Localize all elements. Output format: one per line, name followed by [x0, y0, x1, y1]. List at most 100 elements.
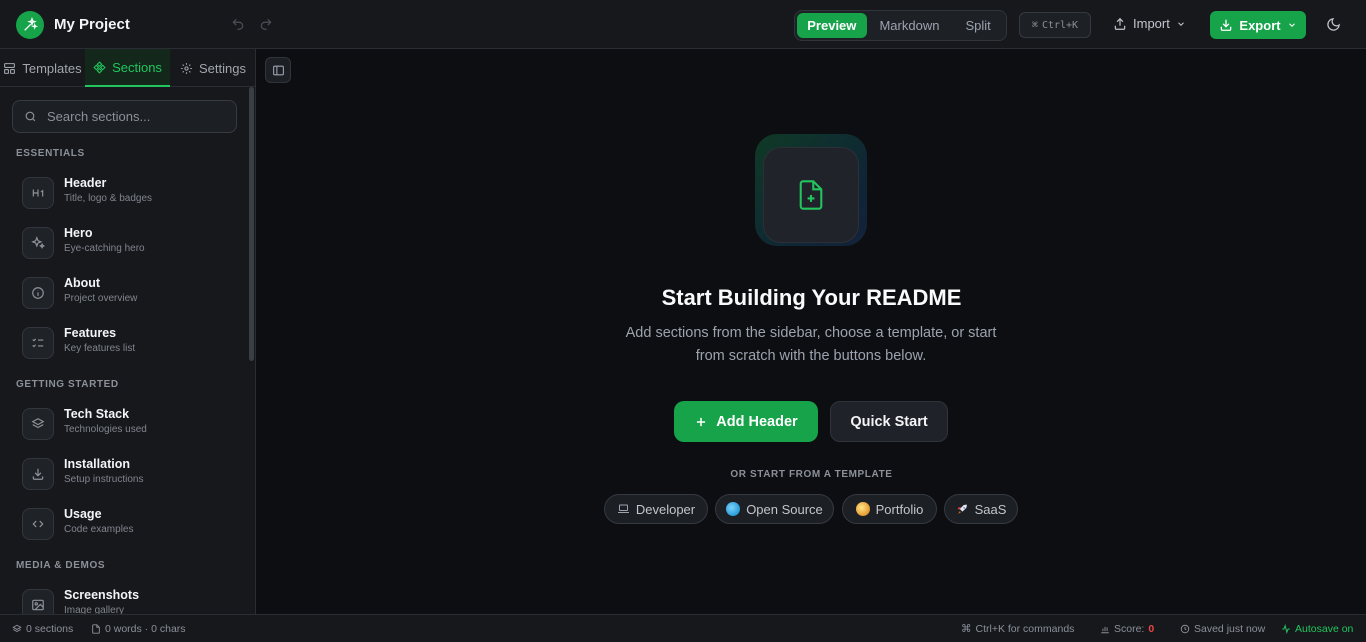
undo-icon[interactable]: [231, 17, 245, 31]
section-title: Features: [64, 326, 117, 340]
words-count: 0 words · 0 chars: [105, 623, 186, 635]
status-autosave[interactable]: Autosave on: [1281, 623, 1353, 635]
search-input[interactable]: Search sections...: [12, 100, 237, 133]
tab-settings[interactable]: Settings: [170, 49, 255, 87]
commands-hint-label: Ctrl+K for commands: [975, 623, 1075, 635]
section-item-features[interactable]: Features Key features list: [22, 324, 242, 364]
section-subtitle: Project overview: [64, 293, 138, 304]
view-mode-toggle: Preview Markdown Split: [794, 10, 1007, 41]
clock-icon: [1180, 624, 1190, 634]
tab-sections-label: Sections: [112, 59, 162, 75]
import-button[interactable]: Import: [1113, 16, 1186, 31]
status-words: 0 words · 0 chars: [91, 623, 186, 635]
shortcut-label: Ctrl+K: [1041, 19, 1079, 31]
category-getting-started: GETTING STARTED: [16, 379, 119, 390]
add-header-button[interactable]: Add Header: [674, 401, 818, 442]
template-chip-portfolio[interactable]: Portfolio: [842, 494, 937, 524]
redo-icon[interactable]: [259, 17, 273, 31]
activity-icon: [1281, 624, 1291, 634]
section-title: Usage: [64, 507, 102, 521]
top-bar: My Project Preview Markdown Split ⌘ Ctrl…: [0, 0, 1366, 49]
app-root: My Project Preview Markdown Split ⌘ Ctrl…: [0, 0, 1366, 642]
status-commands-hint: ⌘ Ctrl+K for commands: [961, 623, 1074, 635]
add-header-label: Add Header: [716, 413, 798, 430]
or-template-label: OR START FROM A TEMPLATE: [730, 469, 893, 480]
export-button[interactable]: Export: [1210, 11, 1306, 39]
laptop-icon: [617, 503, 630, 515]
layers-icon: [12, 624, 22, 634]
empty-state-subtitle: Add sections from the sidebar, choose a …: [625, 325, 997, 364]
section-subtitle: Eye-catching hero: [64, 243, 145, 254]
search-icon: [24, 110, 37, 123]
image-icon: [22, 589, 54, 614]
status-score[interactable]: Score: 0: [1100, 623, 1154, 635]
chevron-down-icon: [1176, 19, 1186, 29]
sidebar-scrollbar[interactable]: [249, 87, 254, 361]
section-item-tech-stack[interactable]: Tech Stack Technologies used: [22, 405, 242, 445]
theme-toggle-moon-icon[interactable]: [1326, 17, 1341, 32]
tab-settings-label: Settings: [199, 60, 246, 76]
template-chip-label: SaaS: [974, 501, 1007, 517]
section-subtitle: Key features list: [64, 343, 136, 354]
section-title: Hero: [64, 226, 93, 240]
section-item-usage[interactable]: Usage Code examples: [22, 505, 242, 545]
project-name[interactable]: My Project: [54, 16, 130, 33]
heading-icon: [22, 177, 54, 209]
empty-state-title: Start Building Your README: [661, 285, 962, 310]
template-chip-label: Open Source: [746, 501, 823, 517]
export-label: Export: [1239, 17, 1281, 33]
checklist-icon: [22, 327, 54, 359]
tab-templates-label: Templates: [22, 60, 82, 76]
layers-icon: [22, 408, 54, 440]
plus-icon: [694, 415, 708, 429]
bar-chart-icon: [1100, 624, 1110, 634]
section-item-hero[interactable]: Hero Eye-catching hero: [22, 224, 242, 264]
saved-label: Saved just now: [1194, 623, 1266, 635]
score-label: Score:: [1114, 623, 1145, 635]
section-subtitle: Setup instructions: [64, 474, 144, 485]
toggle-sidebar-button[interactable]: [265, 57, 291, 83]
palette-icon: [855, 502, 870, 516]
rocket-icon: [956, 503, 969, 516]
sections-count: 0 sections: [26, 623, 74, 635]
section-title: About: [64, 276, 101, 290]
score-value: 0: [1148, 623, 1155, 635]
info-icon: [22, 277, 54, 309]
document-icon: [91, 624, 101, 634]
sidebar-panel-icon: [272, 64, 285, 77]
tab-sections[interactable]: Sections: [85, 49, 170, 87]
command-palette-button[interactable]: ⌘ Ctrl+K: [1019, 12, 1091, 38]
category-media-demos: MEDIA & DEMOS: [16, 560, 106, 571]
section-title: Header: [64, 176, 107, 190]
status-bar: 0 sections 0 words · 0 chars ⌘ Ctrl+K fo…: [0, 614, 1366, 642]
tab-templates[interactable]: Templates: [0, 49, 85, 87]
section-subtitle: Technologies used: [64, 424, 147, 435]
download-icon: [1219, 18, 1233, 32]
section-subtitle: Image gallery: [64, 605, 125, 614]
section-item-header[interactable]: Header Title, logo & badges: [22, 174, 242, 214]
import-label: Import: [1133, 16, 1170, 31]
quick-start-button[interactable]: Quick Start: [830, 401, 948, 442]
section-subtitle: Code examples: [64, 524, 134, 535]
section-title: Installation: [64, 457, 130, 471]
section-item-about[interactable]: About Project overview: [22, 274, 242, 314]
template-chip-developer[interactable]: Developer: [604, 494, 708, 524]
status-sections: 0 sections: [12, 623, 73, 635]
template-chip-saas[interactable]: SaaS: [944, 494, 1018, 524]
section-title: Tech Stack: [64, 407, 130, 421]
section-subtitle: Title, logo & badges: [64, 193, 153, 204]
upload-icon: [1113, 17, 1127, 31]
section-item-screenshots[interactable]: Screenshots Image gallery: [22, 586, 242, 614]
sparkles-icon: [22, 227, 54, 259]
view-split-button[interactable]: Split: [952, 13, 1004, 38]
globe-icon: [726, 502, 741, 516]
section-item-installation[interactable]: Installation Setup instructions: [22, 455, 242, 495]
logo-icon[interactable]: [16, 11, 44, 39]
file-plus-icon: [763, 147, 859, 243]
view-preview-button[interactable]: Preview: [797, 13, 867, 38]
gear-icon: [180, 62, 193, 75]
template-chip-label: Portfolio: [875, 501, 924, 517]
command-icon: ⌘: [1031, 19, 1038, 31]
view-markdown-button[interactable]: Markdown: [867, 13, 953, 38]
template-chip-open-source[interactable]: Open Source: [715, 494, 834, 524]
